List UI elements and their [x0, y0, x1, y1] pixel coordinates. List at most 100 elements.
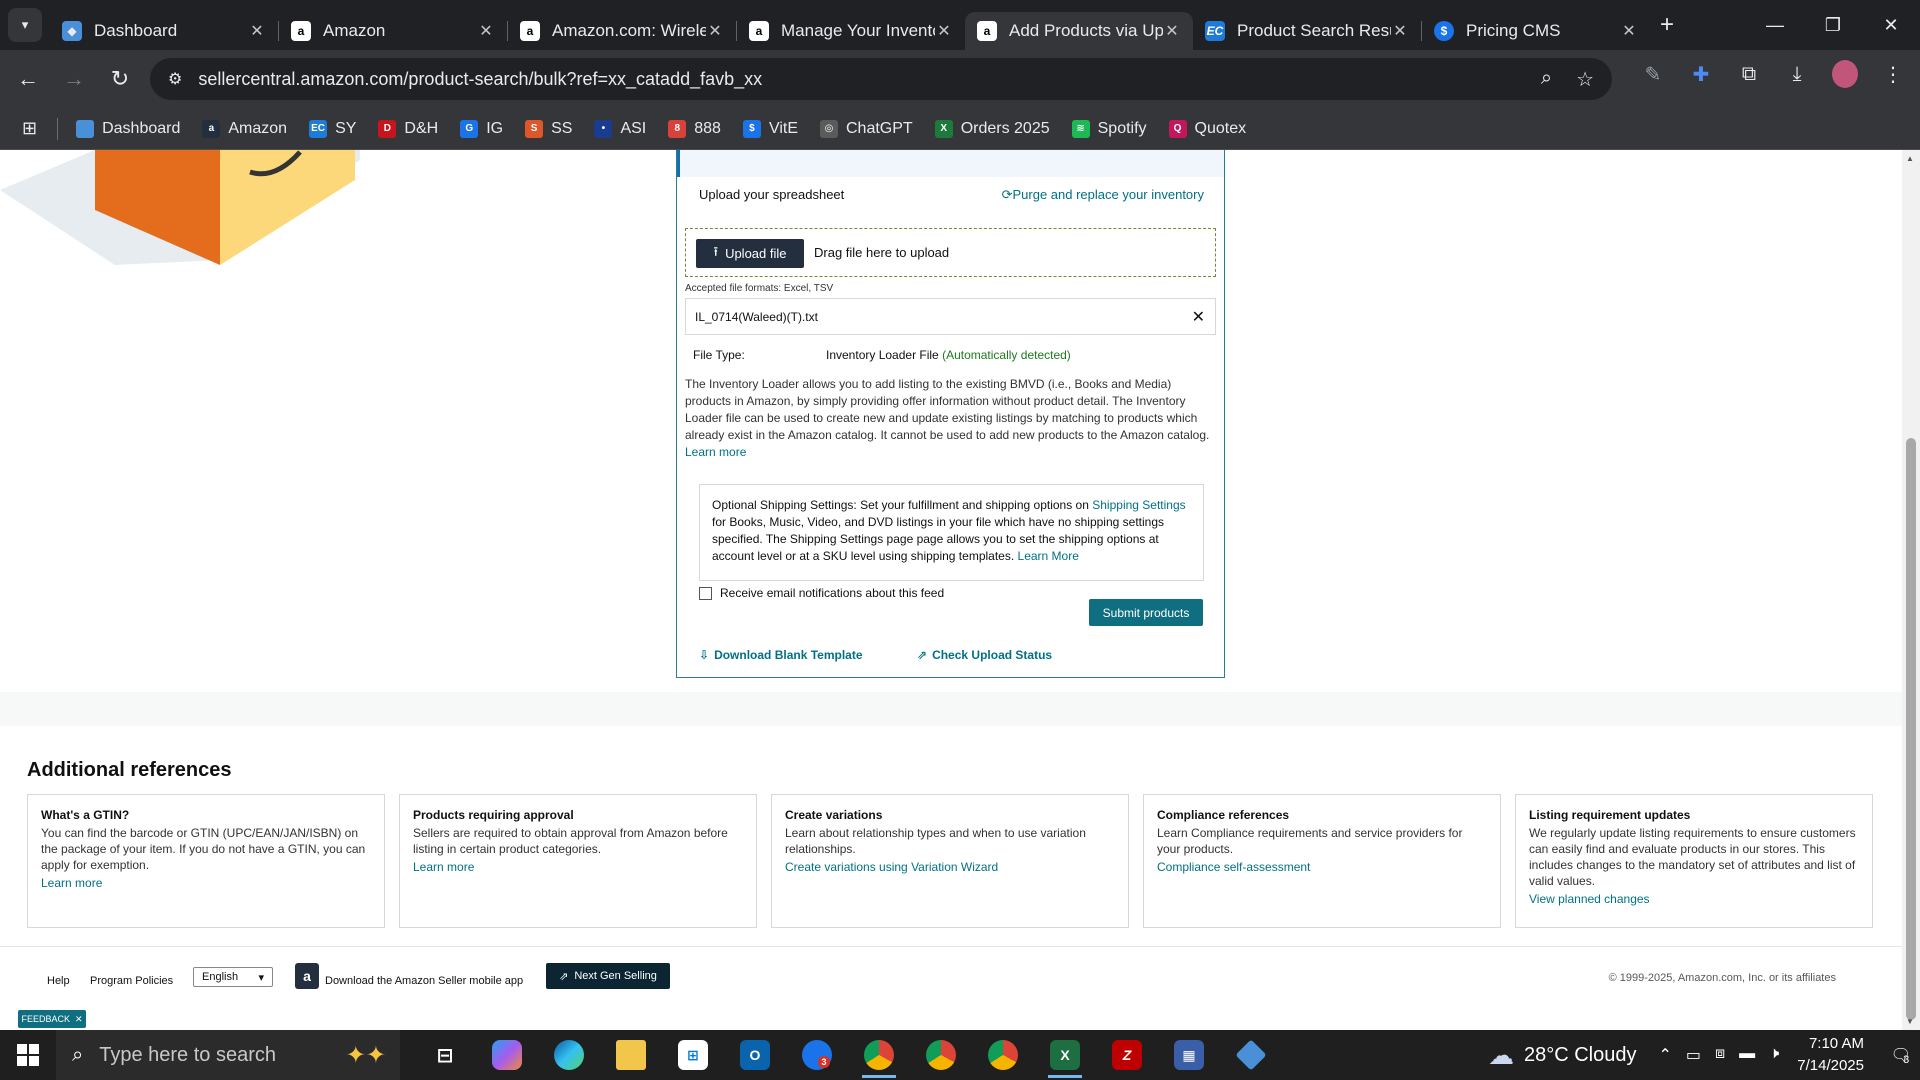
notification-center-icon[interactable]: 🗨 3 [1880, 1044, 1920, 1066]
edge-icon[interactable] [538, 1030, 600, 1080]
ref-link[interactable]: Learn more [413, 860, 743, 874]
apps-grid-icon[interactable]: ⊞ [22, 118, 37, 139]
microsoft-store-icon[interactable]: ⊞ [662, 1030, 724, 1080]
bookmark-star-icon[interactable]: ☆ [1576, 67, 1594, 92]
page-scrollbar[interactable]: ▲ ▼ [1902, 150, 1920, 1030]
shipping-learn-more-link[interactable]: Learn More [1018, 549, 1079, 563]
calculator-icon[interactable]: ▦ [1158, 1030, 1220, 1080]
chrome-icon[interactable] [910, 1030, 972, 1080]
battery-icon[interactable]: ▬ [1739, 1045, 1755, 1065]
extension-feather-icon[interactable]: ✎ [1640, 62, 1666, 87]
next-gen-selling-button[interactable]: ⇗ Next Gen Selling [546, 963, 670, 989]
ref-link[interactable]: Create variations using Variation Wizard [785, 860, 1115, 874]
outlook-icon[interactable]: O [724, 1030, 786, 1080]
bookmark-888[interactable]: 8 888 [668, 119, 721, 138]
ec-favicon-icon: EC [1205, 21, 1225, 41]
site-info-icon[interactable]: ⚙ [168, 69, 182, 89]
shipping-settings-link[interactable]: Shipping Settings [1092, 498, 1185, 512]
scroll-down-icon[interactable]: ▼ [1906, 1017, 1914, 1026]
filezilla-icon[interactable]: Z [1096, 1030, 1158, 1080]
download-icon[interactable]: ⤓ [1784, 63, 1810, 86]
task-view-icon[interactable]: ⊟ [414, 1030, 476, 1080]
purge-inventory-link[interactable]: ⟳Purge and replace your inventory [1002, 187, 1204, 203]
feedback-button[interactable]: FEEDBACK ✕ [18, 1010, 86, 1028]
file-explorer-icon[interactable] [600, 1030, 662, 1080]
back-icon[interactable]: ← [10, 61, 46, 97]
start-button[interactable] [0, 1030, 56, 1080]
bookmark-quotex[interactable]: Q Quotex [1168, 119, 1246, 138]
bookmark-asi[interactable]: • ASI [594, 119, 646, 138]
close-icon[interactable]: ✕ [706, 21, 724, 41]
tab-pricing-cms[interactable]: $ Pricing CMS ✕ [1422, 12, 1650, 50]
program-policies-link[interactable]: Program Policies [90, 975, 173, 987]
close-icon[interactable]: ✕ [935, 21, 953, 41]
monitor-icon[interactable]: ▭ [1686, 1045, 1701, 1065]
tab-amazon[interactable]: a Amazon ✕ [279, 12, 507, 50]
profile-avatar[interactable] [1832, 60, 1858, 88]
close-icon[interactable]: ✕ [1163, 21, 1181, 41]
excel-icon[interactable]: X [1034, 1030, 1096, 1080]
help-link[interactable]: Help [47, 975, 70, 987]
close-icon[interactable]: ✕ [75, 1014, 83, 1025]
bookmark-sy[interactable]: EC SY [309, 119, 356, 138]
close-icon[interactable]: ✕ [1620, 21, 1638, 41]
new-tab-icon[interactable]: + [1660, 11, 1674, 39]
close-icon[interactable]: ✕ [477, 21, 495, 41]
scroll-up-icon[interactable]: ▲ [1906, 154, 1914, 163]
clock[interactable]: 7:10 AM 7/14/2025 [1797, 1033, 1864, 1077]
bookmark-spotify[interactable]: ≋ Spotify [1071, 119, 1147, 138]
ref-link[interactable]: View planned changes [1529, 892, 1859, 906]
reload-icon[interactable]: ↻ [102, 61, 138, 97]
address-bar[interactable]: ⚙ sellercentral.amazon.com/product-searc… [150, 58, 1612, 100]
chevron-up-icon[interactable]: ⌃ [1658, 1045, 1671, 1065]
tab-product-search[interactable]: EC Product Search Resul ✕ [1193, 12, 1421, 50]
close-icon[interactable]: ✕ [248, 21, 266, 41]
email-notification-checkbox[interactable] [699, 586, 712, 600]
extensions-puzzle-icon[interactable]: ⧉ [1736, 63, 1762, 86]
minimize-icon[interactable]: — [1746, 0, 1804, 50]
extension-blue-icon[interactable]: ✚ [1688, 62, 1714, 87]
weather-widget[interactable]: ☁ 28°C Cloudy [1488, 1040, 1637, 1071]
email-notification-row[interactable]: Receive email notifications about this f… [699, 586, 944, 600]
restore-icon[interactable]: ❐ [1804, 0, 1862, 50]
bookmark-dashboard[interactable]: Dashboard [76, 119, 180, 138]
bookmark-chatgpt[interactable]: ◎ ChatGPT [820, 119, 913, 138]
bookmark-orders-2025[interactable]: X Orders 2025 [934, 119, 1050, 138]
submit-products-button[interactable]: Submit products [1089, 599, 1203, 626]
scrollbar-thumb[interactable] [1906, 438, 1916, 1020]
mobile-app-link[interactable]: Download the Amazon Seller mobile app [325, 975, 523, 987]
bookmark-vite[interactable]: $ VitE [742, 119, 798, 138]
url-text[interactable]: sellercentral.amazon.com/product-search/… [198, 69, 762, 90]
tab-amazon-wireless[interactable]: a Amazon.com: Wirele ✕ [508, 12, 736, 50]
language-select[interactable]: English ▾ [193, 967, 273, 987]
speaker-muted-icon[interactable]: 🕨 [1769, 1045, 1779, 1065]
tab-manage-inventory[interactable]: a Manage Your Invento ✕ [737, 12, 965, 50]
chrome-icon[interactable] [972, 1030, 1034, 1080]
upload-file-button[interactable]: ⭱ Upload file [696, 239, 804, 268]
mail-app-icon[interactable]: 3 [786, 1030, 848, 1080]
device-icon[interactable]: ⧈ [1715, 1045, 1725, 1065]
check-upload-status-link[interactable]: ⇗ Check Upload Status [917, 648, 1052, 662]
dashboard-app-icon[interactable] [1220, 1030, 1282, 1080]
learn-more-link[interactable]: Learn more [685, 445, 746, 459]
remove-file-icon[interactable]: ✕ [1192, 307, 1205, 327]
close-window-icon[interactable]: ✕ [1862, 0, 1920, 50]
zoom-icon[interactable]: ⌕ [1541, 67, 1552, 92]
tab-dashboard[interactable]: ◆ Dashboard ✕ [50, 12, 278, 50]
forward-icon[interactable]: → [56, 61, 92, 97]
tab-search-button[interactable]: ▾ [8, 8, 42, 42]
menu-kebab-icon[interactable]: ⋮ [1880, 62, 1906, 87]
chrome-icon[interactable] [848, 1030, 910, 1080]
taskbar-search[interactable]: ⌕ Type here to search ✦✦ [56, 1030, 400, 1080]
download-template-link[interactable]: ⇩ Download Blank Template [699, 648, 863, 662]
bookmark-amazon[interactable]: a Amazon [202, 119, 287, 138]
bookmark-ig[interactable]: G IG [460, 119, 503, 138]
bookmark-ss[interactable]: S SS [525, 119, 572, 138]
ref-link[interactable]: Compliance self-assessment [1157, 860, 1487, 874]
tab-add-products[interactable]: a Add Products via Upl ✕ [965, 12, 1193, 50]
close-icon[interactable]: ✕ [1391, 21, 1409, 41]
ref-link[interactable]: Learn more [41, 876, 371, 890]
file-drop-zone[interactable]: ⭱ Upload file Drag file here to upload [685, 228, 1216, 277]
bookmark-d-h[interactable]: D D&H [378, 119, 438, 138]
copilot-app-icon[interactable] [476, 1030, 538, 1080]
